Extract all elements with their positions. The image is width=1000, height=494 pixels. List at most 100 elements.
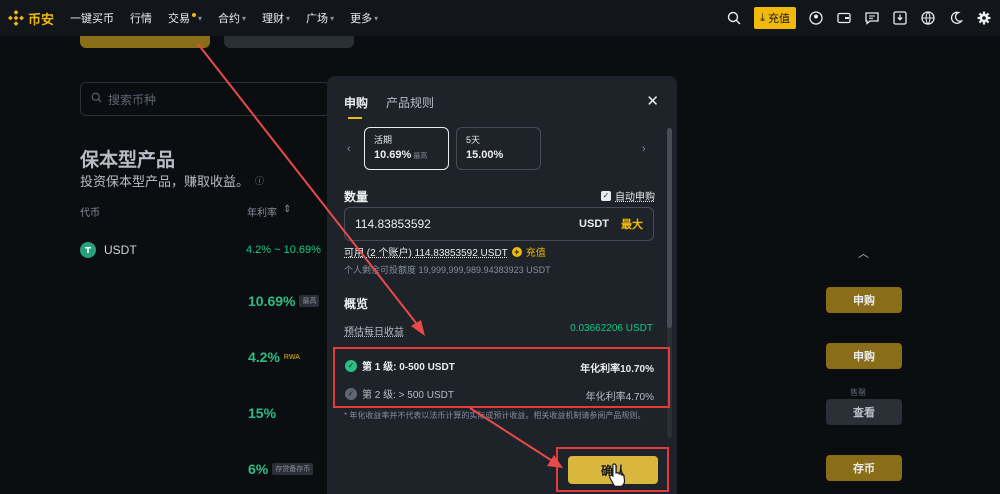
nav-more[interactable]: 更多 ▾ <box>350 10 378 26</box>
disclaimer-note: * 年化收益率并不代表以法币计算的实际或预计收益。相关收益机制请参阅产品规则。 <box>344 411 646 420</box>
tab-product-rules[interactable]: 产品规则 <box>386 94 434 111</box>
logo-text: 币安 <box>28 11 55 27</box>
moon-icon[interactable] <box>948 10 964 26</box>
tier-highlight-box: ✓ 第 1 级: 0-500 USDT 年化利率10.70% ✓ 第 2 级: … <box>333 347 670 408</box>
chevron-up-icon[interactable]: ︿ <box>858 245 869 261</box>
nav-trade[interactable]: 交易 ▾ <box>168 10 202 26</box>
period-card-flexible[interactable]: 活期 10.69% 最高 <box>364 127 449 170</box>
column-header-rate[interactable]: 年利率 ⇕ <box>247 204 291 219</box>
subscribe-button[interactable]: 申购 <box>826 287 902 313</box>
amount-input[interactable]: 114.83853592 USDT 最大 <box>344 207 654 241</box>
product-rate: 6% 存贷备存币 <box>248 461 314 477</box>
message-icon[interactable] <box>864 10 880 26</box>
chevron-left-icon[interactable]: ‹ <box>347 143 351 155</box>
amount-unit: USDT <box>579 218 609 230</box>
tier-1: ✓ 第 1 级: 0-500 USDT <box>345 358 455 373</box>
plus-icon: + <box>511 246 522 257</box>
subscribe-button[interactable]: 申购 <box>826 343 902 369</box>
product-rate: 4.2% RWA <box>248 349 300 365</box>
page-title: 保本型产品 <box>80 150 176 171</box>
nav-label: 交易 <box>168 13 191 25</box>
nav-label: 理财 <box>262 13 285 25</box>
sort-icon: ⇕ <box>283 204 292 215</box>
rate-value: 4.2% <box>248 349 280 365</box>
download-app-icon[interactable] <box>892 10 908 26</box>
period-rate-value: 15.00% <box>466 149 504 161</box>
deposit-label: 充值 <box>768 13 790 25</box>
binance-logo-icon <box>8 10 24 26</box>
check-circle-icon: ✓ <box>345 387 357 400</box>
view-button[interactable]: 查看 <box>826 399 902 425</box>
period-card-5d[interactable]: 5天 15.00% <box>456 127 541 170</box>
rate-value: 6% <box>248 461 269 477</box>
close-icon[interactable]: ✕ <box>646 92 659 110</box>
chevron-down-icon: ▾ <box>374 13 379 23</box>
auto-subscribe-label: 自动申购 <box>615 192 655 203</box>
globe-icon[interactable] <box>920 10 936 26</box>
deposit-button[interactable]: ⤓ 充值 <box>754 7 796 29</box>
rate-header-label: 年利率 <box>247 208 277 219</box>
nav-label: 一键买币 <box>70 13 115 25</box>
available-text: 可用 (2 个账户) 114.83853592 USDT <box>344 248 508 259</box>
deposit-coin-button[interactable]: 存币 <box>826 455 902 481</box>
tier-rate: 年化利率4.70% <box>585 392 654 403</box>
checkbox-checked-icon: ✓ <box>601 190 611 201</box>
sold-out-label: 售罄 <box>850 388 866 397</box>
rate-value: 10.69% <box>248 293 296 309</box>
tab-subscribe[interactable]: 申购 <box>344 94 368 119</box>
rate-tag: 最高 <box>299 295 320 307</box>
period-rate: 10.69% 最高 <box>374 149 439 161</box>
nav-square[interactable]: 广场 ▾ <box>306 10 334 26</box>
search-icon <box>91 92 102 106</box>
gear-icon[interactable] <box>976 10 992 26</box>
max-button[interactable]: 最大 <box>621 216 643 232</box>
user-icon[interactable] <box>808 10 824 26</box>
period-rate: 15.00% <box>466 149 531 161</box>
nav-futures[interactable]: 合约 ▾ <box>218 10 246 26</box>
product-rate: 10.69% 最高 <box>248 293 320 309</box>
chevron-down-icon: ▾ <box>242 13 247 23</box>
coin-row-usdt[interactable]: USDT <box>80 242 137 258</box>
subscribe-modal: 申购 产品规则 ✕ ‹ 活期 10.69% 最高 5天 15.00% › 数量 ✓… <box>327 76 677 494</box>
subtitle-text: 投资保本型产品，赚取收益。 <box>80 174 250 189</box>
chevron-down-icon: ▾ <box>198 13 203 23</box>
tier-2: ✓ 第 2 级: > 500 USDT <box>345 386 454 401</box>
remaining-quota: 个人剩余可投额度 19,999,999,989.94383923 USDT <box>344 265 551 275</box>
info-icon[interactable]: ⓘ <box>255 174 264 187</box>
product-rate: 15% <box>248 405 276 421</box>
nav-buy-crypto[interactable]: 一键买币 <box>70 10 114 26</box>
deposit-link[interactable]: 充值 <box>526 244 546 259</box>
check-circle-icon: ✓ <box>345 359 357 372</box>
overview-label: 概览 <box>344 297 369 311</box>
amount-label: 数量 <box>344 190 369 204</box>
nav-label: 更多 <box>350 13 373 25</box>
header-tools: ⤓ 充值 <box>726 0 992 36</box>
coin-search-input[interactable]: 搜索币种 <box>80 82 330 116</box>
amount-value: 114.83853592 <box>355 217 431 231</box>
estimated-daily-label: 预估每日收益 <box>344 327 404 338</box>
nav-markets[interactable]: 行情 <box>130 10 152 26</box>
chevron-down-icon: ▾ <box>330 13 335 23</box>
hand-cursor-icon <box>609 463 626 487</box>
column-header-coin: 代币 <box>80 208 100 219</box>
rate-tag: 存贷备存币 <box>272 463 314 475</box>
logo[interactable]: 币安 <box>8 9 54 28</box>
tab-pill[interactable] <box>224 36 354 48</box>
tier-label: 第 2 级: > 500 USDT <box>362 390 454 401</box>
nav-label: 合约 <box>218 13 241 25</box>
search-placeholder: 搜索币种 <box>108 92 157 107</box>
search-icon[interactable] <box>726 10 742 26</box>
rate-value: 15% <box>248 405 277 421</box>
rwa-tag: RWA <box>283 353 300 361</box>
nav-earn[interactable]: 理财 ▾ <box>262 10 290 26</box>
scrollbar-thumb[interactable] <box>667 128 672 328</box>
nav-label: 行情 <box>130 13 153 25</box>
tab-pill-active[interactable] <box>80 36 210 48</box>
tier-rate: 年化利率10.70% <box>580 364 654 375</box>
chevron-down-icon: ▾ <box>286 13 291 23</box>
modal-tabs: 申购 产品规则 <box>344 94 434 119</box>
auto-subscribe-checkbox[interactable]: ✓ 自动申购 <box>601 188 655 203</box>
wallet-icon[interactable] <box>836 10 852 26</box>
available-balance: 可用 (2 个账户) 114.83853592 USDT + 充值 <box>344 244 546 259</box>
chevron-right-icon[interactable]: › <box>642 143 646 155</box>
